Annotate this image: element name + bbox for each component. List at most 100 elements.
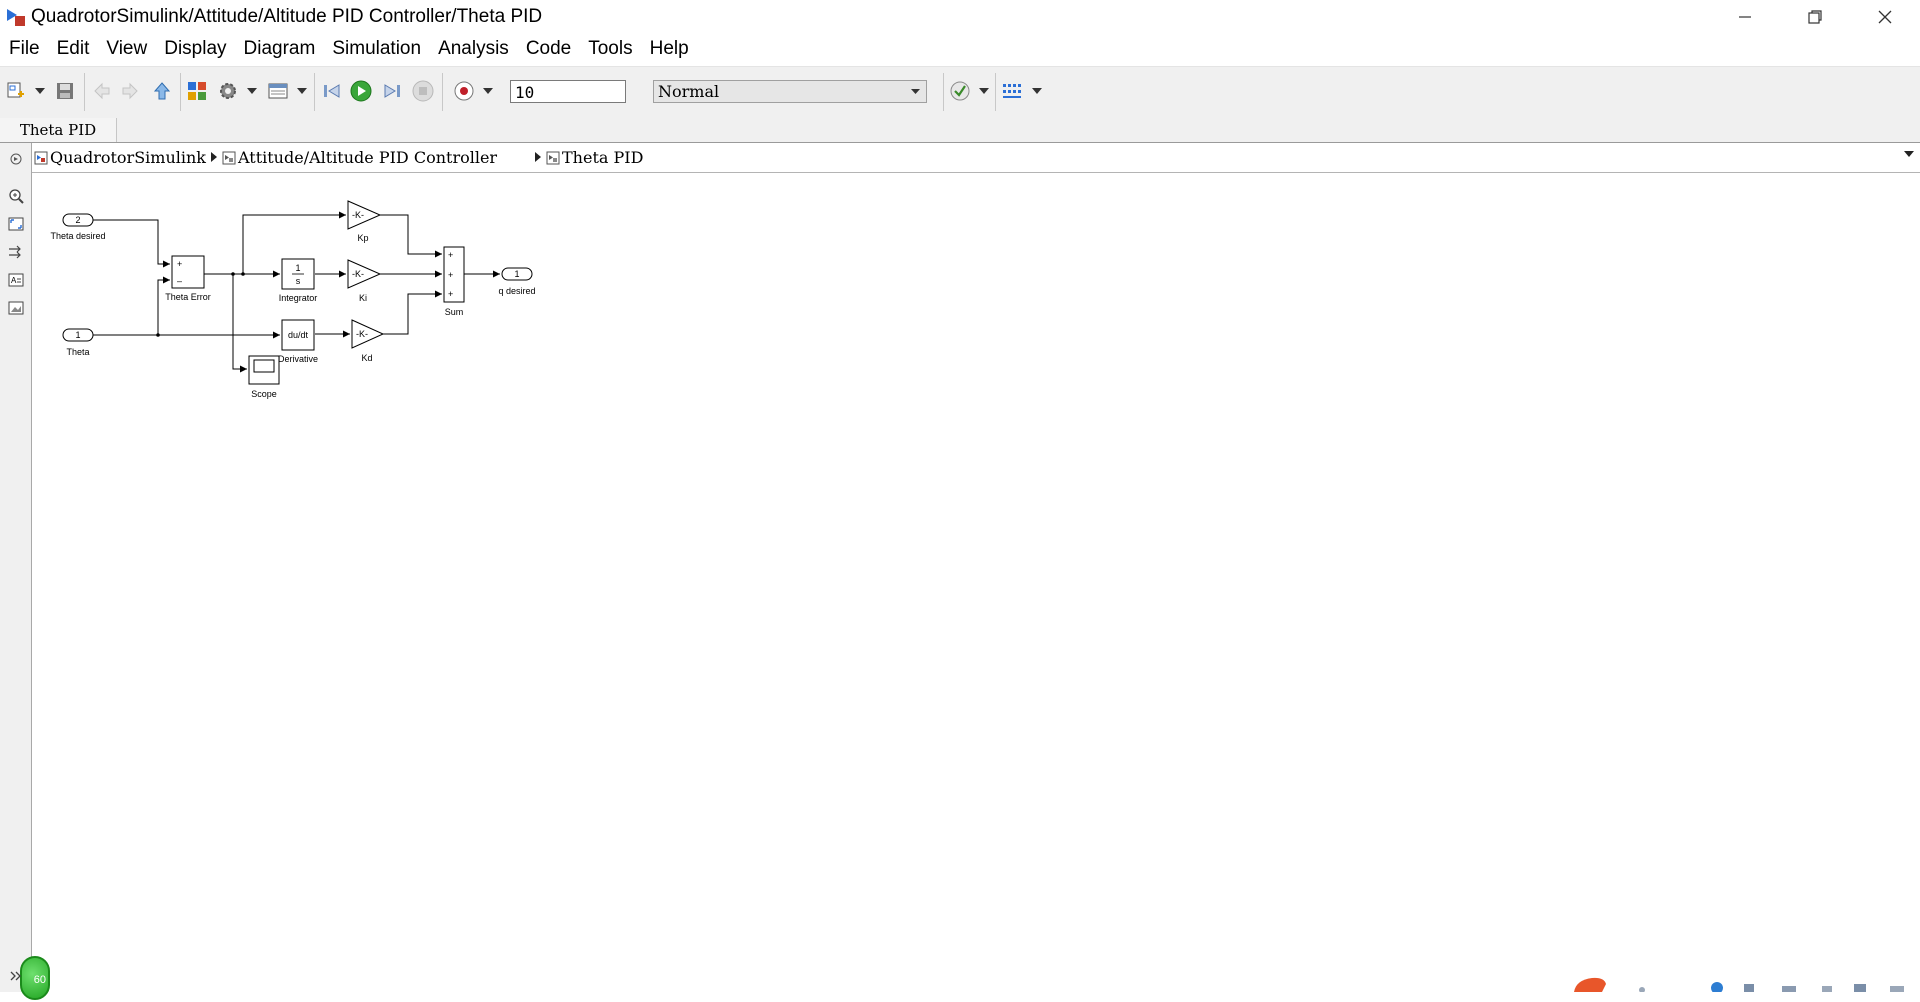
signal-kd-to-sum[interactable] <box>383 290 442 335</box>
subsystem-icon <box>546 151 560 164</box>
build-model-button[interactable] <box>1000 79 1024 103</box>
simulation-mode-select[interactable]: Normal <box>653 80 927 103</box>
inport-theta[interactable]: 1 Theta <box>62 328 94 357</box>
sum-block-theta-error[interactable]: + – Theta Error <box>165 255 211 302</box>
menu-code[interactable]: Code <box>518 34 579 64</box>
subsystem-icon <box>222 151 236 164</box>
tray-icon <box>1744 984 1754 992</box>
build-model-dropdown[interactable] <box>1031 79 1043 103</box>
stop-time-input[interactable]: 10 <box>510 80 626 103</box>
menu-view[interactable]: View <box>98 34 155 64</box>
branch-point <box>156 333 160 337</box>
expand-palette-icon[interactable] <box>8 968 24 984</box>
step-forward-icon <box>384 84 400 98</box>
new-model-icon <box>7 82 24 98</box>
menu-display[interactable]: Display <box>156 34 234 64</box>
breadcrumb-dropdown-icon[interactable] <box>1904 151 1914 157</box>
caret-down-icon <box>247 88 257 94</box>
menu-analysis[interactable]: Analysis <box>430 34 517 64</box>
breadcrumb-item-model[interactable]: QuadrotorSimulink <box>34 143 206 172</box>
up-arrow-icon <box>153 82 171 100</box>
stop-icon <box>412 80 434 102</box>
restore-icon <box>1808 10 1822 24</box>
sum-block-output[interactable]: + + + Sum <box>443 246 465 317</box>
stop-button[interactable] <box>411 79 435 103</box>
up-to-parent-button[interactable] <box>150 79 174 103</box>
step-forward-button[interactable] <box>380 79 404 103</box>
hide-explorer-button[interactable] <box>6 149 26 169</box>
block-label: Derivative <box>278 354 318 364</box>
signal-error-to-scope[interactable] <box>232 274 247 373</box>
build-grid-icon <box>1003 84 1021 98</box>
block-label: q desired <box>498 286 535 296</box>
restore-button[interactable] <box>1780 0 1850 34</box>
signal-theta-desired[interactable] <box>92 219 170 268</box>
menu-edit[interactable]: Edit <box>49 34 98 64</box>
library-browser-button[interactable] <box>185 79 209 103</box>
simulation-mode-dropdown[interactable] <box>908 81 922 102</box>
annotation-button[interactable]: A <box>6 270 26 290</box>
run-button[interactable] <box>349 79 373 103</box>
taskbar-overlay-icons <box>1574 977 1904 992</box>
save-button[interactable] <box>53 79 77 103</box>
zoom-button[interactable] <box>6 186 26 206</box>
model-settings-button[interactable] <box>216 79 240 103</box>
tray-icon <box>1782 986 1796 992</box>
tab-theta-pid[interactable]: Theta PID <box>0 118 117 142</box>
menu-simulation[interactable]: Simulation <box>324 34 429 64</box>
integrator-block[interactable]: 1 s Integrator <box>279 258 318 303</box>
menu-help[interactable]: Help <box>642 34 697 64</box>
minimize-button[interactable] <box>1710 0 1780 34</box>
gain-block-kp[interactable]: -K- Kp <box>347 200 382 243</box>
window-title: QuadrotorSimulink/Attitude/Altitude PID … <box>31 6 543 27</box>
toolbar-separator <box>995 73 996 111</box>
sum-sign: + <box>177 259 182 269</box>
menu-diagram[interactable]: Diagram <box>236 34 324 64</box>
integrator-numerator: 1 <box>295 263 300 273</box>
model-canvas[interactable]: 2 Theta desired 1 Theta + – Theta Error … <box>20 173 1920 1000</box>
new-model-button[interactable] <box>4 79 28 103</box>
menu-tools[interactable]: Tools <box>580 34 640 64</box>
toolbar-separator <box>84 73 85 111</box>
fit-to-view-button[interactable] <box>6 214 26 234</box>
record-icon <box>454 81 474 101</box>
inport-theta-desired[interactable]: 2 Theta desired <box>50 213 106 241</box>
image-button[interactable] <box>6 298 26 318</box>
model-explorer-dropdown[interactable] <box>296 79 308 103</box>
left-palette: A <box>0 143 32 992</box>
step-back-button[interactable] <box>320 79 344 103</box>
forward-button[interactable] <box>118 79 142 103</box>
block-label: Kp <box>357 233 368 243</box>
tray-icon <box>1639 987 1645 992</box>
record-button[interactable] <box>452 79 476 103</box>
model-settings-dropdown[interactable] <box>246 79 258 103</box>
outport-q-desired[interactable]: 1 q desired <box>498 267 536 296</box>
model-advisor-button[interactable] <box>948 79 972 103</box>
model-advisor-dropdown[interactable] <box>978 79 990 103</box>
fit-to-view-icon <box>8 217 24 231</box>
scope-block[interactable]: Scope <box>248 355 280 399</box>
menu-file[interactable]: File <box>1 34 48 64</box>
block-label: Theta Error <box>165 292 211 302</box>
breadcrumb-item-subsystem[interactable]: Attitude/Altitude PID Controller <box>222 143 497 172</box>
breadcrumb-label: Attitude/Altitude PID Controller <box>238 148 498 167</box>
gain-block-kd[interactable]: -K- Kd <box>351 319 385 363</box>
arrow-tool-button[interactable] <box>6 242 26 262</box>
model-explorer-button[interactable] <box>266 79 290 103</box>
block-label: Theta <box>66 347 89 357</box>
gain-block-ki[interactable]: -K- Ki <box>347 259 382 303</box>
new-model-dropdown[interactable] <box>34 79 46 103</box>
breadcrumb-label: Theta PID <box>562 148 644 167</box>
back-button[interactable] <box>90 79 114 103</box>
signal-kp-to-sum[interactable] <box>380 214 442 258</box>
record-dropdown[interactable] <box>482 79 494 103</box>
derivative-text: du/dt <box>288 330 309 340</box>
close-button[interactable] <box>1850 0 1920 34</box>
model-icon <box>34 151 48 164</box>
gain-text: -K- <box>352 210 364 220</box>
breadcrumb-item-current[interactable]: Theta PID <box>546 143 643 172</box>
close-icon <box>1878 10 1892 24</box>
signal-theta-to-error[interactable] <box>92 276 170 336</box>
port-number: 1 <box>514 269 519 279</box>
derivative-block[interactable]: du/dt Derivative <box>278 319 318 364</box>
